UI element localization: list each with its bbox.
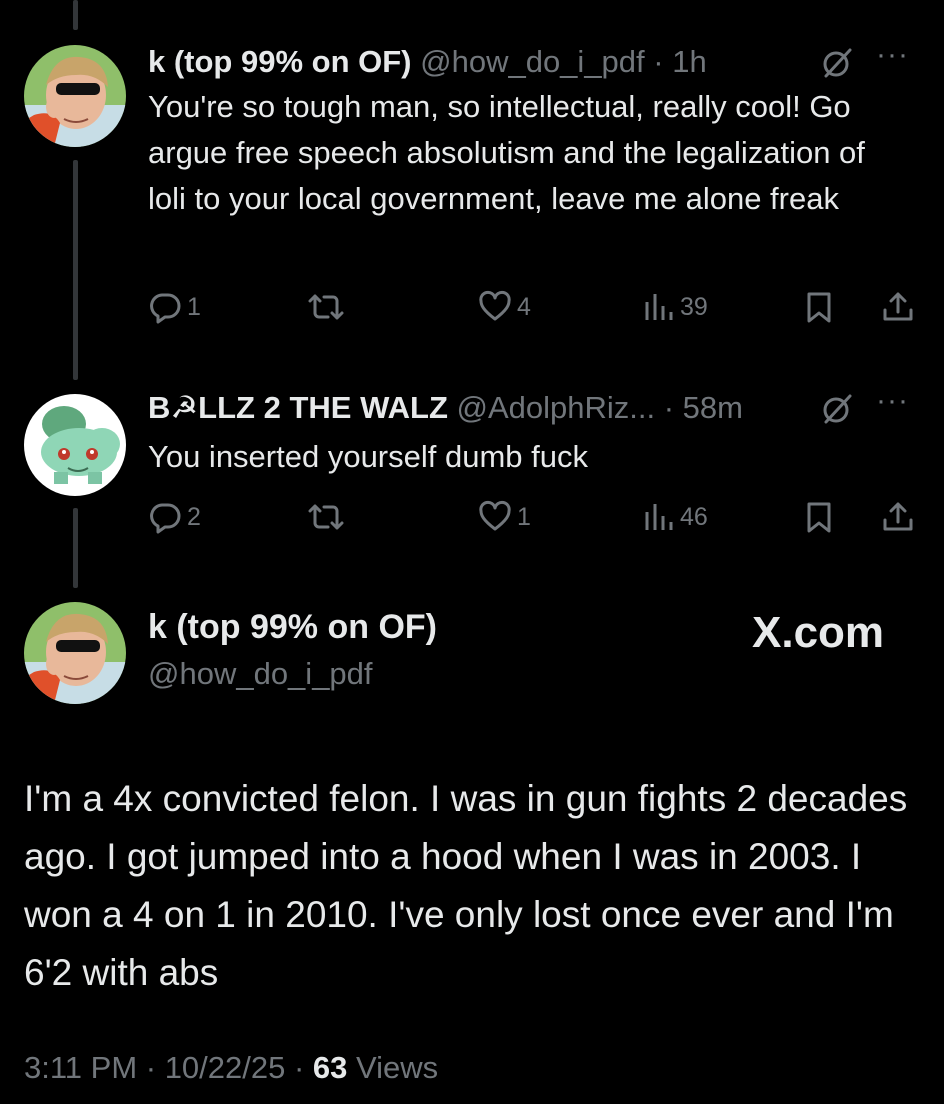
action-bar: 2 1 46 [148,500,924,540]
display-name[interactable]: k (top 99% on OF) [148,44,412,79]
thread-line-top [73,0,78,30]
view-count: 39 [680,292,708,321]
reply-icon [150,293,181,324]
bookmark-icon [807,502,831,533]
retweet-button[interactable] [306,500,346,534]
reply-count: 1 [187,292,201,321]
heart-icon [479,500,511,531]
timestamp[interactable]: 3:11 PM · 10/22/25 · [24,1050,313,1085]
grok-icon[interactable] [820,392,854,431]
share-button[interactable] [881,290,915,324]
views-label: Views [347,1050,439,1085]
user-handle[interactable]: @how_do_i_pdf [148,656,373,692]
view-count: 46 [680,502,708,531]
user-handle[interactable]: @AdolphRiz... [457,390,656,425]
like-button[interactable]: 1 [478,500,531,534]
thread-line-2 [73,508,78,588]
retweet-icon [308,294,344,320]
avatar-kid-sunglasses [24,45,126,147]
bookmark-button[interactable] [804,500,834,534]
action-bar: 1 4 39 [148,290,924,330]
x-logo-watermark: X.com [752,608,885,657]
views-button[interactable]: 46 [643,500,708,534]
more-dots-icon[interactable]: ··· [876,38,909,72]
tweet-header: k (top 99% on OF) @how_do_i_pdf · 1h [148,44,707,80]
like-button[interactable]: 4 [478,290,531,324]
reply-count: 2 [187,502,201,531]
share-button[interactable] [881,500,915,534]
like-count: 1 [517,502,531,531]
avatar-kid-sunglasses [24,602,126,704]
tweet-header: B☭LLZ 2 THE WALZ @AdolphRiz... · 58m [148,390,743,426]
avatar-bulbasaur [24,394,126,496]
tweet-text: You're so tough man, so intellectual, re… [148,89,865,216]
retweet-icon [308,504,344,530]
thread-line-1 [73,160,78,380]
display-name[interactable]: k (top 99% on OF) [148,608,437,647]
avatar[interactable] [24,394,126,496]
retweet-button[interactable] [306,290,346,324]
tweet-meta: 3:11 PM · 10/22/25 · 63 Views [24,1050,438,1086]
views-bars-icon [645,294,673,320]
grok-icon[interactable] [820,46,854,85]
like-count: 4 [517,292,531,321]
reply-button[interactable]: 2 [148,500,201,534]
timestamp[interactable]: 1h [672,44,706,79]
separator: · [655,390,683,425]
views-button[interactable]: 39 [643,290,708,324]
separator: · [644,44,673,79]
share-icon [883,292,913,321]
timestamp[interactable]: 58m [683,390,743,425]
display-name[interactable]: B☭LLZ 2 THE WALZ [148,390,448,425]
avatar[interactable] [24,45,126,147]
share-icon [883,502,913,531]
bookmark-icon [807,292,831,323]
more-dots-icon[interactable]: ··· [876,384,909,418]
bookmark-button[interactable] [804,290,834,324]
tweet-text: I'm a 4x convicted felon. I was in gun f… [24,778,908,993]
heart-icon [479,290,511,321]
view-count: 63 [312,1050,348,1085]
avatar[interactable] [24,602,126,704]
reply-button[interactable]: 1 [148,290,201,324]
views-bars-icon [645,504,673,530]
reply-icon [150,503,181,534]
tweet-text: You inserted yourself dumb fuck [148,439,588,474]
user-handle[interactable]: @how_do_i_pdf [420,44,645,79]
